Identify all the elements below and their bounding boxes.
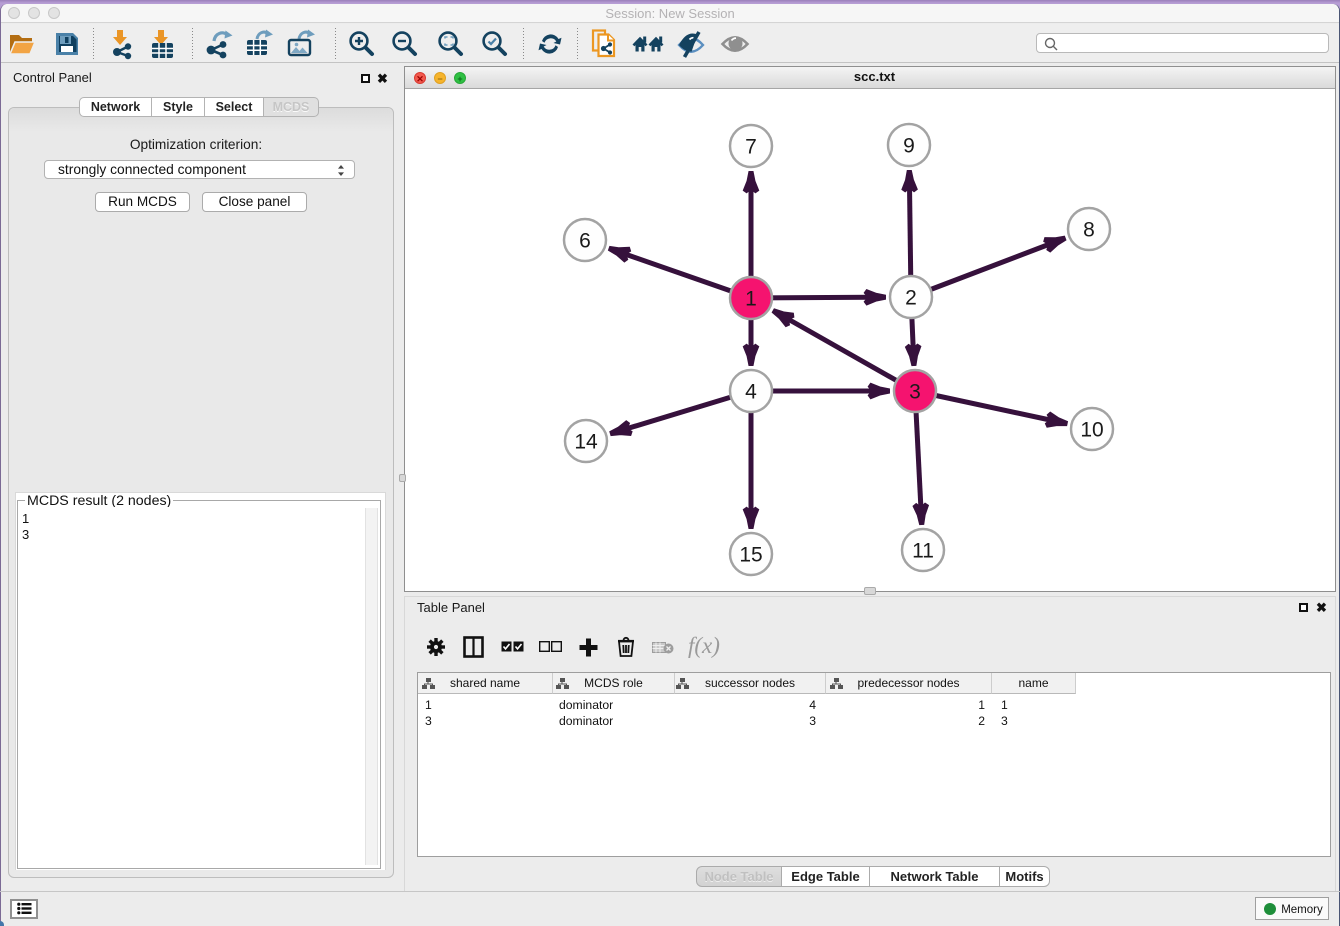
svg-text:8: 8 — [1083, 219, 1095, 242]
svg-text:6: 6 — [579, 230, 591, 253]
svg-text:1: 1 — [745, 288, 757, 311]
svg-text:15: 15 — [739, 544, 762, 567]
svg-text:10: 10 — [1080, 419, 1103, 442]
svg-text:11: 11 — [912, 540, 934, 563]
svg-text:3: 3 — [909, 381, 921, 404]
svg-text:9: 9 — [903, 135, 915, 158]
svg-text:14: 14 — [574, 431, 598, 454]
svg-text:7: 7 — [745, 136, 757, 159]
svg-text:2: 2 — [905, 287, 917, 310]
svg-text:4: 4 — [745, 381, 757, 404]
